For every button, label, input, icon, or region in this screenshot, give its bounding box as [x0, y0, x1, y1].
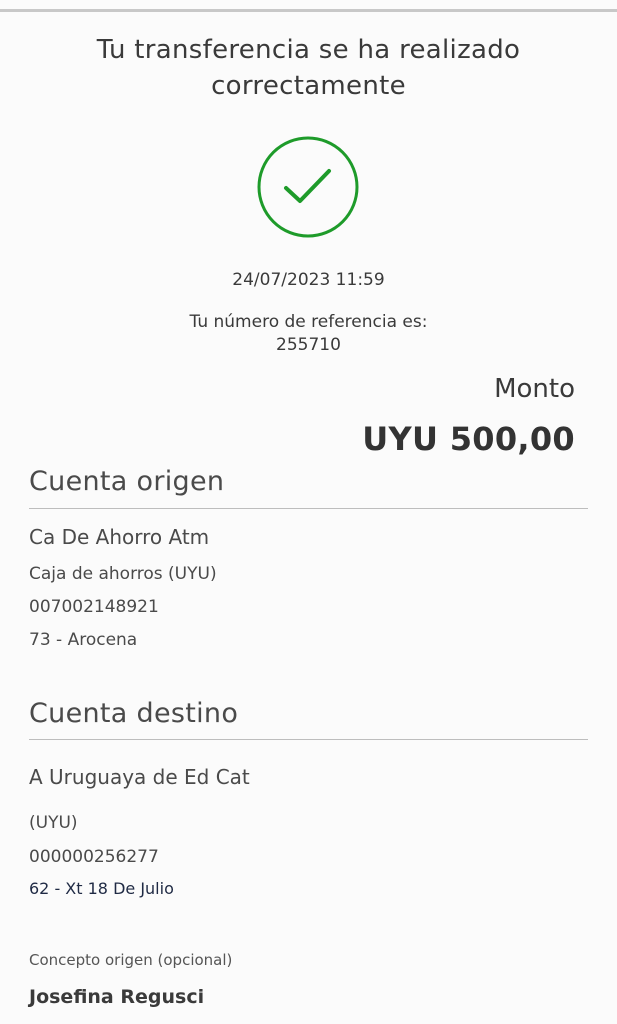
reference-number: 255710: [276, 335, 341, 355]
origin-branch: 73 - Arocena: [29, 630, 138, 650]
amount-label: Monto: [494, 374, 575, 404]
transaction-datetime: 24/07/2023 11:59: [232, 270, 385, 290]
concept-value: Josefina Regusci: [29, 986, 205, 1008]
top-divider: [0, 9, 617, 12]
origin-account-number: 007002148921: [29, 597, 159, 617]
title-line-1: Tu transferencia se ha realizado: [96, 35, 521, 65]
check-circle-icon: [257, 136, 359, 238]
reference-label: Tu número de referencia es:: [189, 312, 428, 332]
origin-account-name: Ca De Ahorro Atm: [29, 525, 210, 549]
origin-account-type: Caja de ahorros (UYU): [29, 564, 217, 584]
origin-section-title: Cuenta origen: [29, 466, 225, 497]
destination-section-title: Cuenta destino: [29, 698, 239, 729]
destination-branch: 62 - Xt 18 De Julio: [29, 879, 174, 898]
title-line-2: correctamente: [211, 71, 406, 101]
concept-label: Concepto origen (opcional): [29, 951, 233, 969]
destination-account-number: 000000256277: [29, 847, 159, 867]
destination-account-type: (UYU): [29, 813, 78, 833]
destination-account-name: A Uruguaya de Ed Cat: [29, 765, 250, 789]
destination-divider: [29, 739, 588, 740]
origin-divider: [29, 508, 588, 509]
page-title: Tu transferencia se ha realizado correct…: [0, 32, 617, 104]
amount-value: UYU 500,00: [362, 420, 575, 458]
